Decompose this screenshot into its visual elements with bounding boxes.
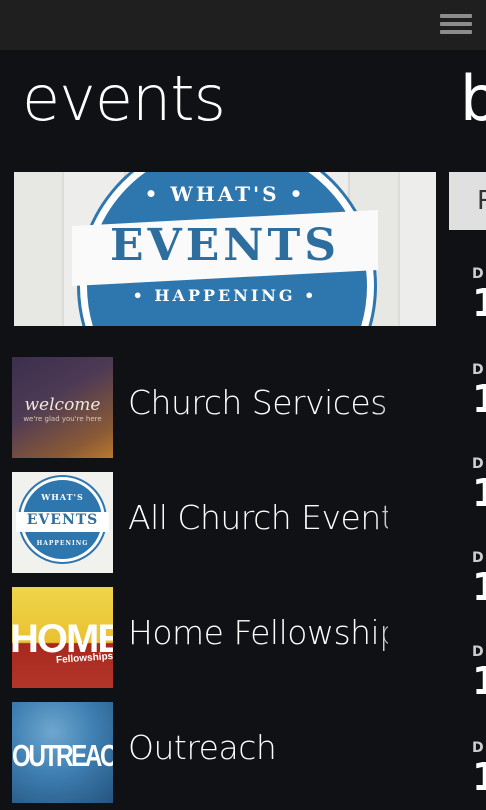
thumb-main-text: OUTREACH — [12, 738, 113, 773]
date-row-number: 1 — [472, 281, 486, 325]
date-row[interactable]: D 1 — [472, 550, 486, 606]
menu-line — [440, 22, 472, 26]
menu-line — [440, 30, 472, 34]
date-row[interactable]: D 1 — [472, 740, 486, 796]
date-row[interactable]: D 1 — [472, 266, 486, 322]
banner-top-text: • WHAT'S • — [144, 182, 306, 206]
next-panel-button[interactable]: R — [449, 172, 486, 230]
date-row[interactable]: D 1 — [472, 362, 486, 418]
date-row-letter: D — [472, 456, 484, 472]
banner-main-text: EVENTS — [110, 220, 340, 271]
date-row-number: 1 — [472, 755, 486, 799]
date-row-number: 1 — [472, 471, 486, 515]
category-item-outreach[interactable]: OUTREACH Outreach — [12, 702, 432, 804]
category-label: All Church Events — [128, 498, 388, 537]
category-label: Home Fellowship — [128, 613, 388, 652]
date-row-number: 1 — [472, 659, 486, 703]
home-fellowship-thumbnail: HOME Fellowships — [12, 587, 113, 688]
category-label: Outreach — [128, 728, 277, 767]
app-bar — [0, 0, 486, 50]
date-row-number: 1 — [472, 565, 486, 609]
text-fade — [372, 357, 432, 459]
thumb-top-text: WHAT'S — [41, 492, 84, 502]
text-fade — [372, 472, 432, 574]
hamburger-menu-icon[interactable] — [440, 13, 472, 37]
banner-bottom-text: • HAPPENING • — [132, 286, 318, 305]
category-item-all-church-events[interactable]: WHAT'S EVENTS HAPPENING All Church Event… — [12, 472, 432, 574]
date-row-letter: D — [472, 266, 484, 282]
text-fade — [372, 587, 432, 689]
thumb-bottom-text: HAPPENING — [36, 540, 89, 547]
date-row-letter: D — [472, 644, 484, 660]
date-row-letter: D — [472, 550, 484, 566]
events-banner[interactable]: • WHAT'S • EVENTS • HAPPENING • — [14, 172, 436, 326]
date-row-number: 1 — [472, 377, 486, 421]
category-label: Church Services — [128, 383, 387, 422]
category-item-home-fellowship[interactable]: HOME Fellowships Home Fellowship — [12, 587, 432, 689]
menu-line — [440, 14, 472, 18]
category-item-church-services[interactable]: welcome we're glad you're here Church Se… — [12, 357, 432, 459]
thumb-main-text: EVENTS — [26, 512, 99, 528]
date-row[interactable]: D 1 — [472, 644, 486, 700]
date-row-letter: D — [472, 362, 484, 378]
page-title: events — [22, 62, 226, 135]
next-panel-title[interactable]: b — [460, 68, 486, 130]
all-church-events-thumbnail: WHAT'S EVENTS HAPPENING — [12, 472, 113, 573]
thumb-subtext: we're glad you're here — [23, 415, 102, 423]
date-row[interactable]: D 1 — [472, 456, 486, 512]
church-services-thumbnail: welcome we're glad you're here — [12, 357, 113, 458]
outreach-thumbnail: OUTREACH — [12, 702, 113, 803]
next-panel-button-text: R — [477, 186, 486, 216]
thumb-text: welcome — [24, 395, 101, 415]
date-row-letter: D — [472, 740, 484, 756]
